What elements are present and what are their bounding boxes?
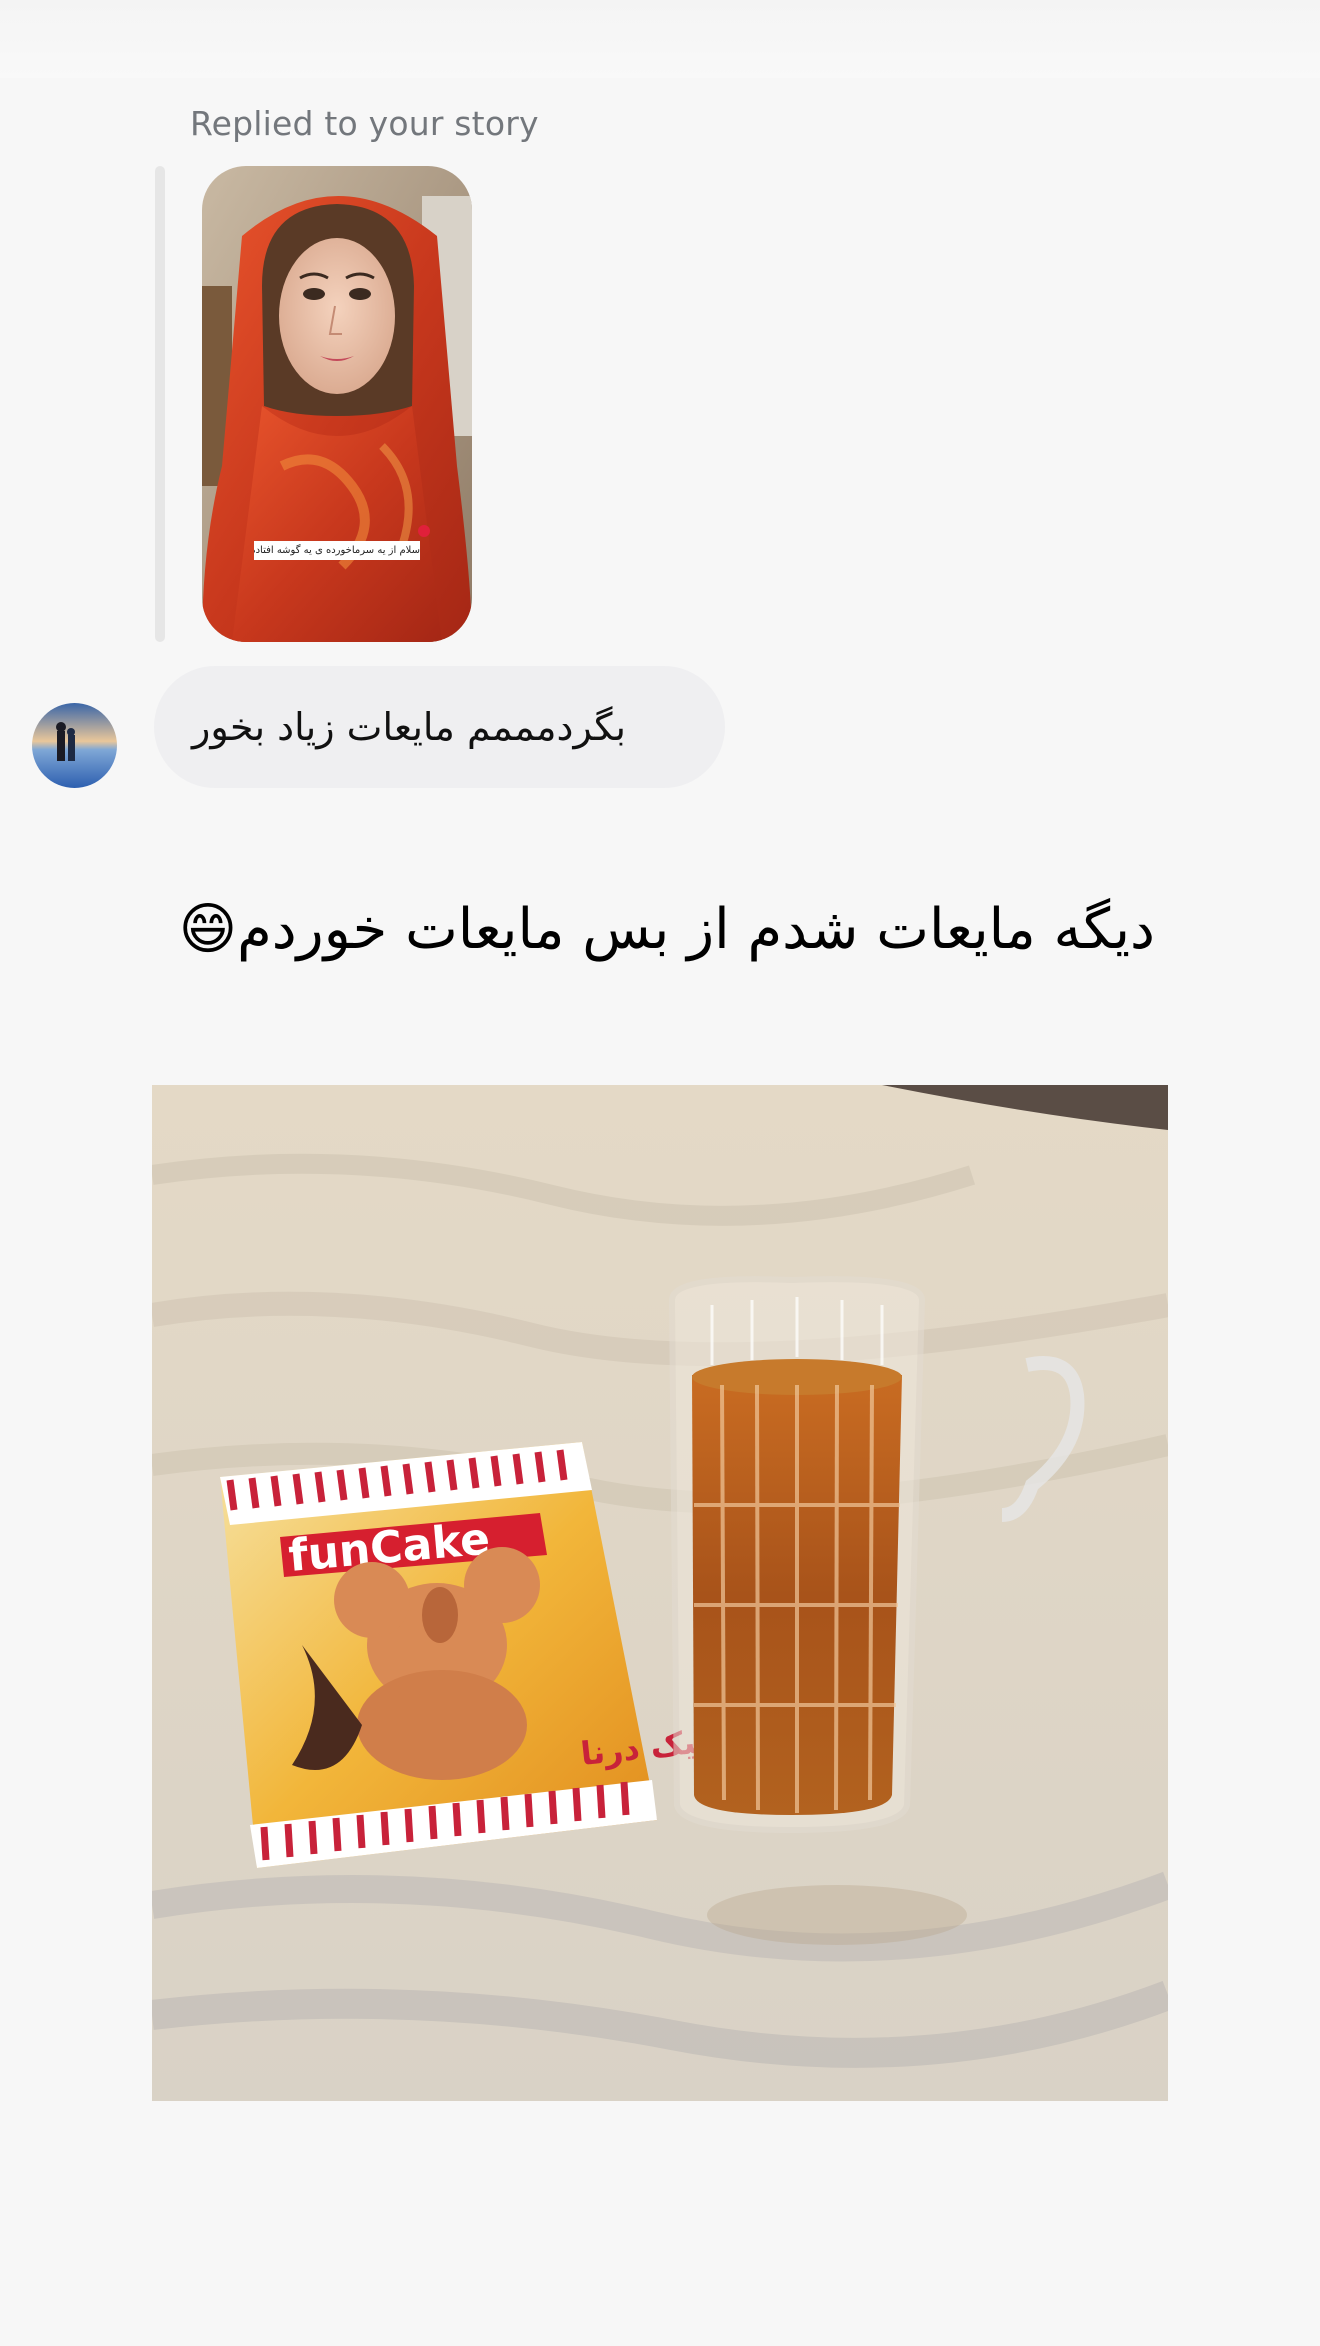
story-reply-bar <box>155 166 165 642</box>
story-caption: سلام از یه سرماخورده ی یه گوشه افتاده😂 <box>254 541 420 560</box>
tea-and-cake-image: funCake فان کیک درنا <box>152 1085 1168 2101</box>
received-message-text: بگردمممم مایعات زیاد بخور <box>192 705 626 749</box>
replied-to-story-label: Replied to your story <box>190 104 539 143</box>
top-fade <box>0 0 1320 78</box>
sender-avatar[interactable] <box>32 703 117 788</box>
story-thumbnail[interactable]: سلام از یه سرماخورده ی یه گوشه افتاده😂 <box>202 166 472 642</box>
sent-message-text[interactable]: دیگه مایعات شدم از بس مایعات خوردم😄 <box>165 890 1155 970</box>
received-message-bubble[interactable]: بگردمممم مایعات زیاد بخور <box>154 666 725 788</box>
avatar-image <box>32 703 117 788</box>
story-image <box>202 166 472 642</box>
sent-photo[interactable]: funCake فان کیک درنا <box>152 1085 1168 2101</box>
